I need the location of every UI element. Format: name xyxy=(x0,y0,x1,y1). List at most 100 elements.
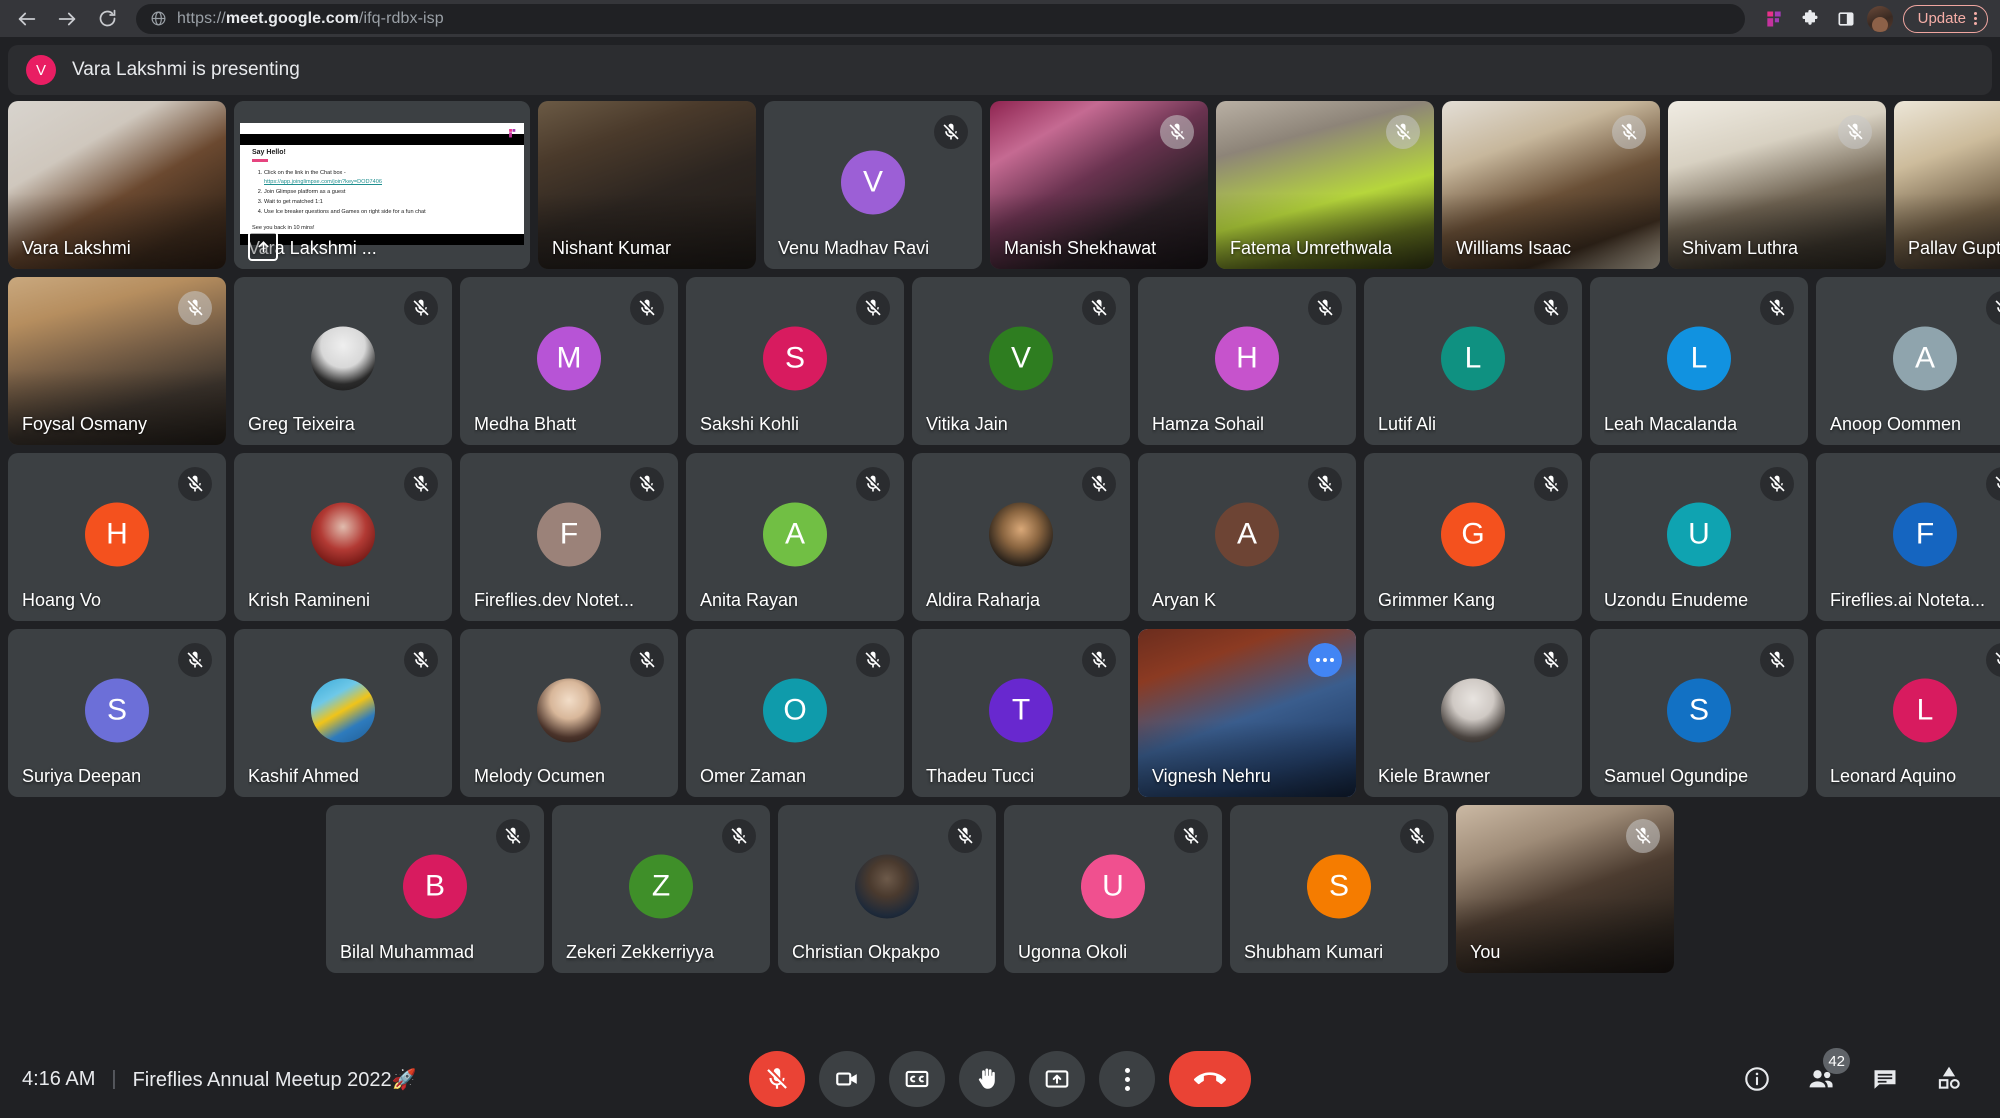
participant-tile[interactable]: A Anita Rayan xyxy=(686,453,904,621)
mic-muted-icon xyxy=(1534,643,1568,677)
participant-tile[interactable]: Kiele Brawner xyxy=(1364,629,1582,797)
leave-call-button[interactable] xyxy=(1169,1051,1251,1107)
slide-accent-rule xyxy=(252,159,268,162)
participant-tile[interactable]: S Suriya Deepan xyxy=(8,629,226,797)
mic-muted-icon xyxy=(1760,467,1794,501)
update-button[interactable]: Update xyxy=(1902,4,1988,33)
participant-tile[interactable]: Manish Shekhawat xyxy=(990,101,1208,269)
participant-name: Fireflies.ai Noteta... xyxy=(1830,590,1986,610)
side-panel-icon[interactable] xyxy=(1831,4,1861,34)
info-icon[interactable] xyxy=(1740,1062,1774,1096)
participant-name: Nishant Kumar xyxy=(552,238,672,258)
avatar-initial: Z xyxy=(629,854,693,919)
participant-tile[interactable]: V Vitika Jain xyxy=(912,277,1130,445)
participant-name: Vara Lakshmi xyxy=(22,238,131,258)
participant-tile[interactable]: O Omer Zaman xyxy=(686,629,904,797)
present-screen-button[interactable] xyxy=(1029,1051,1085,1107)
participant-tile[interactable]: U Uzondu Enudeme xyxy=(1590,453,1808,621)
mic-muted-icon xyxy=(722,819,756,853)
mic-muted-icon xyxy=(1612,115,1646,149)
participant-tile[interactable]: F Fireflies.dev Notet... xyxy=(460,453,678,621)
mic-muted-icon xyxy=(1760,291,1794,325)
avatar-initial: F xyxy=(1893,502,1957,567)
mic-muted-icon xyxy=(1534,467,1568,501)
participant-name: Shivam Luthra xyxy=(1682,238,1799,258)
participant-tile[interactable]: Aldira Raharja xyxy=(912,453,1130,621)
update-label: Update xyxy=(1917,10,1966,27)
fireflies-extension-icon[interactable] xyxy=(1759,4,1789,34)
participant-tile[interactable]: Z Zekeri Zekkerriyya xyxy=(552,805,770,973)
avatar-initial: H xyxy=(1215,326,1279,391)
mic-muted-icon xyxy=(404,467,438,501)
more-options-button[interactable] xyxy=(1099,1051,1155,1107)
browser-toolbar: https://meet.google.com/ifq-rdbx-isp Upd… xyxy=(0,0,2000,37)
participant-tile[interactable]: B Bilal Muhammad xyxy=(326,805,544,973)
participant-name: Fireflies.dev Notet... xyxy=(474,590,635,610)
reload-icon[interactable] xyxy=(90,2,124,36)
participant-tile[interactable]: T Thadeu Tucci xyxy=(912,629,1130,797)
mic-muted-icon xyxy=(1160,115,1194,149)
participant-tile[interactable]: Shivam Luthra xyxy=(1668,101,1886,269)
participant-tile[interactable]: Vignesh Nehru xyxy=(1138,629,1356,797)
chrome-menu-icon[interactable] xyxy=(1974,12,1977,25)
back-arrow-icon[interactable] xyxy=(10,2,44,36)
participant-tile[interactable]: Pallav Gupta xyxy=(1894,101,2000,269)
participant-tile[interactable]: A Aryan K xyxy=(1138,453,1356,621)
tile-more-options-button[interactable] xyxy=(1308,643,1342,677)
mic-muted-icon xyxy=(856,291,890,325)
participant-tile[interactable]: Foysal Osmany xyxy=(8,277,226,445)
participant-tile[interactable]: F Fireflies.ai Noteta... xyxy=(1816,453,2000,621)
participant-name: Leonard Aquino xyxy=(1830,766,1957,786)
call-controls xyxy=(660,1051,1340,1107)
mic-muted-icon xyxy=(630,291,664,325)
avatar-initial: L xyxy=(1893,678,1957,743)
participant-tile[interactable]: L Leah Macalanda xyxy=(1590,277,1808,445)
participant-tile[interactable]: Nishant Kumar xyxy=(538,101,756,269)
activities-icon[interactable] xyxy=(1932,1062,1966,1096)
participant-name: Thadeu Tucci xyxy=(926,766,1035,786)
meeting-right-controls: 42 xyxy=(1340,1048,2000,1096)
participant-tile[interactable]: Christian Okpakpo xyxy=(778,805,996,973)
present-to-all-icon[interactable] xyxy=(248,231,278,261)
participant-tile[interactable]: G Grimmer Kang xyxy=(1364,453,1582,621)
mic-muted-icon xyxy=(1400,819,1434,853)
forward-arrow-icon[interactable] xyxy=(50,2,84,36)
participant-tile[interactable]: Say Hello! Click on the link in the Chat… xyxy=(234,101,530,269)
participant-tile[interactable]: Kashif Ahmed xyxy=(234,629,452,797)
participant-tile[interactable]: Melody Ocumen xyxy=(460,629,678,797)
participant-tile[interactable]: Vara Lakshmi xyxy=(8,101,226,269)
participant-tile[interactable]: H Hamza Sohail xyxy=(1138,277,1356,445)
avatar-initial: A xyxy=(1893,326,1957,391)
participant-tile[interactable]: L Leonard Aquino xyxy=(1816,629,2000,797)
puzzle-piece-icon[interactable] xyxy=(1795,4,1825,34)
participant-tile[interactable]: U Ugonna Okoli xyxy=(1004,805,1222,973)
participant-tile[interactable]: H Hoang Vo xyxy=(8,453,226,621)
profile-avatar[interactable] xyxy=(1866,5,1893,32)
participant-tile[interactable]: Williams Isaac xyxy=(1442,101,1660,269)
slide-top-band xyxy=(240,134,524,145)
microphone-toggle-button[interactable] xyxy=(749,1051,805,1107)
slide-list-item: Join Glimpse platform as a guest xyxy=(264,188,512,198)
people-icon[interactable]: 42 xyxy=(1804,1048,1850,1096)
participant-tile[interactable]: Krish Ramineni xyxy=(234,453,452,621)
participant-tile[interactable]: V Venu Madhav Ravi xyxy=(764,101,982,269)
participant-tile[interactable]: M Medha Bhatt xyxy=(460,277,678,445)
mic-muted-icon xyxy=(1986,291,2000,325)
raise-hand-button[interactable] xyxy=(959,1051,1015,1107)
address-bar[interactable]: https://meet.google.com/ifq-rdbx-isp xyxy=(136,3,1745,34)
avatar-initial: L xyxy=(1667,326,1731,391)
participant-tile[interactable]: Greg Teixeira xyxy=(234,277,452,445)
slide-link[interactable]: https://app.joinglimpse.com/join?key=DOD… xyxy=(264,179,382,185)
globe-icon xyxy=(150,10,167,27)
participant-tile[interactable]: Fatema Umrethwala xyxy=(1216,101,1434,269)
participant-tile[interactable]: You xyxy=(1456,805,1674,973)
captions-button[interactable] xyxy=(889,1051,945,1107)
participant-tile[interactable]: S Sakshi Kohli xyxy=(686,277,904,445)
participant-tile[interactable]: S Samuel Ogundipe xyxy=(1590,629,1808,797)
presenting-status-text: Vara Lakshmi is presenting xyxy=(72,59,300,80)
participant-tile[interactable]: L Lutif Ali xyxy=(1364,277,1582,445)
camera-toggle-button[interactable] xyxy=(819,1051,875,1107)
chat-icon[interactable] xyxy=(1868,1062,1902,1096)
participant-tile[interactable]: S Shubham Kumari xyxy=(1230,805,1448,973)
participant-tile[interactable]: A Anoop Oommen xyxy=(1816,277,2000,445)
